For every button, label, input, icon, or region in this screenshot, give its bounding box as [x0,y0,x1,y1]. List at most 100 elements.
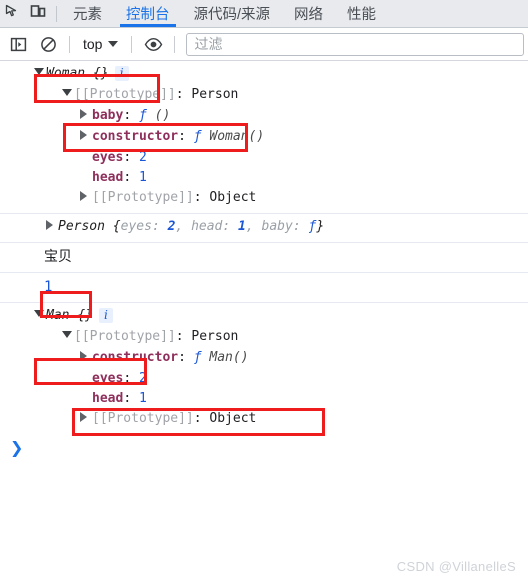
property-row[interactable]: [[Prototype]] : Object [0,188,528,209]
log-number: 1 [44,279,53,295]
disclosure-triangle-right-icon[interactable] [80,348,92,368]
property-key: [[Prototype]] [74,329,176,344]
object-name: Person [58,219,105,234]
property-row[interactable]: [[Prototype]] : Person [0,327,528,348]
console-message-text[interactable]: 宝贝 [0,243,528,273]
disclosure-triangle-right-icon[interactable] [80,409,92,429]
property-separator: : [123,170,139,185]
filter-placeholder: 过滤 [194,37,223,53]
property-value: 2 [138,150,147,165]
tabbar-divider [56,5,57,22]
function-glyph: ƒ [193,350,202,365]
property-separator: : [123,150,139,165]
preview-comma: , [175,219,192,234]
device-toolbar-icon[interactable] [30,3,46,24]
property-key: constructor [92,129,179,144]
tab-network[interactable]: 网络 [282,0,335,27]
disclosure-triangle-right-icon[interactable] [46,217,58,237]
disclosure-triangle-right-icon[interactable] [80,127,92,147]
property-value: Woman() [209,129,265,144]
property-row[interactable]: [[Prototype]] : Person [0,85,528,106]
object-braces: {} [92,66,109,81]
property-value: () [154,108,171,123]
devtools-tabbar: 元素 控制台 源代码/来源 网络 性能 [0,0,528,28]
info-icon[interactable]: i [114,65,129,81]
preview-separator: : [222,219,239,234]
tab-sources[interactable]: 源代码/来源 [182,0,283,27]
property-separator: : [178,350,194,365]
inspect-element-icon[interactable] [4,3,20,24]
execution-context-value: top [83,36,103,52]
property-value: Person [191,329,239,344]
disclosure-triangle-down-icon[interactable] [34,306,46,326]
console-message-woman[interactable]: Woman {} i [[Prototype]] : Person baby :… [0,61,528,214]
property-row[interactable]: eyes : 2 [0,148,528,168]
object-name: Woman [46,66,86,81]
property-key: baby [92,108,124,123]
clear-console-icon[interactable] [34,31,62,57]
property-separator: : [193,411,210,426]
console-output[interactable]: Woman {} i [[Prototype]] : Person baby :… [0,61,528,579]
toolbar-divider-3 [174,35,176,53]
property-key: head [92,391,124,406]
function-glyph: ƒ [138,108,147,123]
filter-input[interactable]: 过滤 [186,32,524,56]
property-value: Object [209,190,257,205]
preview-separator: : [151,219,168,234]
sidebar-toggle-icon[interactable] [4,31,32,57]
preview-comma: , [245,219,262,234]
property-row[interactable]: eyes : 2 [0,369,528,389]
execution-context-dropdown[interactable]: top [77,32,124,56]
disclosure-triangle-down-icon[interactable] [62,85,74,105]
preview-value: 2 [167,219,176,234]
property-row[interactable]: [[Prototype]] : Object [0,409,528,430]
object-preview-person[interactable]: Person { eyes : 2 , head : 1 , baby : ƒ … [0,217,528,238]
console-message-person-preview[interactable]: Person { eyes : 2 , head : 1 , baby : ƒ … [0,214,528,243]
console-message-number[interactable]: 1 [0,273,528,303]
tab-console[interactable]: 控制台 [114,0,182,27]
property-value: 1 [138,391,147,406]
preview-key: head [191,219,223,234]
live-expression-eye-icon[interactable] [139,31,167,57]
property-separator: : [123,108,139,123]
property-row[interactable]: constructor : ƒ Man() [0,348,528,369]
object-header-woman[interactable]: Woman {} i [0,64,528,85]
tabbar-left-icons [0,0,52,27]
devtools-window: 元素 控制台 源代码/来源 网络 性能 top 过滤 Woman {} i [[… [0,0,528,582]
console-prompt[interactable]: ❯ [0,434,528,461]
disclosure-triangle-right-icon[interactable] [80,106,92,126]
property-row[interactable]: head : 1 [0,389,528,409]
property-separator: : [178,129,194,144]
property-separator: : [123,391,139,406]
property-row[interactable]: constructor : ƒ Woman() [0,127,528,148]
property-key: constructor [92,350,179,365]
object-header-man[interactable]: Man {} i [0,306,528,327]
tab-elements[interactable]: 元素 [61,0,114,27]
watermark: CSDN @VillanelleS [396,559,516,574]
tab-sources-label: 源代码/来源 [193,6,271,23]
object-braces: {} [77,308,93,323]
tab-elements-label: 元素 [73,6,102,23]
tab-console-label: 控制台 [126,6,170,23]
property-key: head [92,170,124,185]
property-key: [[Prototype]] [92,411,194,426]
tab-performance-label: 性能 [347,6,377,23]
property-row[interactable]: baby : ƒ () [0,106,528,127]
preview-value: 1 [238,219,246,234]
property-key: [[Prototype]] [74,87,176,102]
property-separator: : [175,329,192,344]
property-value: 1 [138,170,147,185]
property-separator: : [193,190,210,205]
disclosure-triangle-down-icon[interactable] [62,327,74,347]
console-message-man[interactable]: Man {} i [[Prototype]] : Person construc… [0,303,528,434]
tab-performance[interactable]: 性能 [335,0,388,27]
disclosure-triangle-down-icon[interactable] [34,64,46,84]
log-text: 宝贝 [44,249,72,265]
property-value: Man() [209,350,249,365]
disclosure-triangle-right-icon[interactable] [80,188,92,208]
property-key: [[Prototype]] [92,190,194,205]
log-text-row: 宝贝 [0,246,528,268]
info-icon[interactable]: i [98,307,113,323]
property-row[interactable]: head : 1 [0,168,528,188]
preview-separator: : [292,219,309,234]
